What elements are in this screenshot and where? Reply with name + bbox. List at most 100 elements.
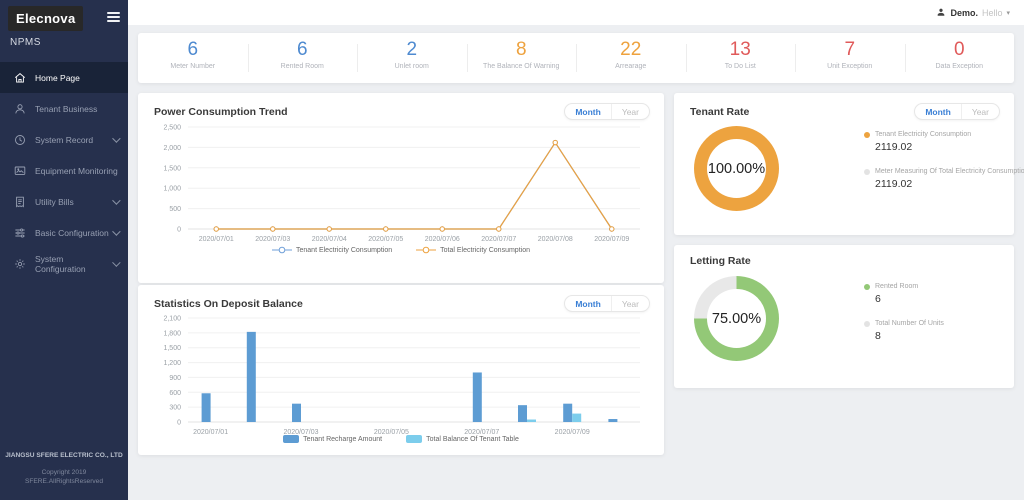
svg-text:0: 0 <box>177 227 181 234</box>
legend-entry-rented-room: Rented Room6 <box>864 283 1010 305</box>
sidebar-item-system-configuration[interactable]: System Configuration <box>0 248 128 279</box>
home-icon <box>14 72 26 84</box>
legend-value: 2119.02 <box>875 178 1010 190</box>
chevron-down-icon <box>112 227 120 235</box>
letting-rate-donut-chart: 75.00% <box>694 276 779 361</box>
svg-text:1,800: 1,800 <box>163 330 181 337</box>
stat-label: Unit Exception <box>795 63 905 70</box>
stats-summary-card: 6Meter Number6Rented Room2 Unlet room8The… <box>138 33 1014 83</box>
chevron-down-icon <box>112 258 120 266</box>
legend-item-total-electricity-consumption[interactable]: Total Electricity Consumption <box>416 246 530 254</box>
stat-value: 13 <box>686 39 796 60</box>
svg-text:2,000: 2,000 <box>163 145 181 152</box>
hamburger-menu-icon[interactable] <box>107 10 120 24</box>
sidebar-item-basic-configuration[interactable]: Basic Configuration <box>0 217 128 248</box>
sidebar-item-system-record[interactable]: System Record <box>0 124 128 155</box>
legend-item-tenant-recharge-amount[interactable]: Tenant Recharge Amount <box>283 435 382 443</box>
chevron-down-icon: ▾ <box>1006 9 1010 17</box>
svg-text:1,000: 1,000 <box>163 186 181 193</box>
svg-text:600: 600 <box>169 390 181 397</box>
deposit-balance-panel: Statistics On Deposit Balance Month Year… <box>138 285 664 455</box>
panel-title: Tenant Rate <box>690 106 749 118</box>
chevron-down-icon <box>112 196 120 204</box>
stat-arrearage[interactable]: 22Arrearage <box>576 33 686 83</box>
svg-text:2020/07/09: 2020/07/09 <box>594 236 629 243</box>
sidebar-item-label: Home Page <box>35 73 80 83</box>
company-name: JIANGSU SFERE ELECTRIC CO., LTD <box>0 452 128 459</box>
legend-label: Rented Room <box>875 283 918 290</box>
legend-dot-icon <box>864 284 870 290</box>
power-consumption-trend-panel: Power Consumption Trend Month Year 0 500 1… <box>138 93 664 283</box>
tenant-rate-panel: Tenant Rate Month Year 100.00% Tenant El… <box>674 93 1014 235</box>
bar-marker-icon <box>406 435 422 443</box>
line-marker-icon <box>272 246 292 254</box>
bill-icon <box>14 196 26 208</box>
panel-title: Statistics On Deposit Balance <box>154 298 303 310</box>
stat-label: Data Exception <box>905 63 1015 70</box>
stat-data-exception[interactable]: 0 Data Exception <box>905 33 1015 83</box>
tenant-rate-donut-chart: 100.00% <box>694 126 779 211</box>
chevron-down-icon <box>112 134 120 142</box>
legend-entry-tenant-electricity-consumption: Tenant Electricity Consumption2119.02 <box>864 131 1010 153</box>
sidebar-item-equipment-monitoring[interactable]: Equipment Monitoring <box>0 155 128 186</box>
product-name: NPMS <box>0 31 128 48</box>
sidebar-item-label: Utility Bills <box>35 197 74 207</box>
svg-text:2020/07/05: 2020/07/05 <box>368 236 403 243</box>
legend-label: Total Electricity Consumption <box>440 247 530 254</box>
legend-dot-icon <box>864 321 870 327</box>
line-marker-icon <box>416 246 436 254</box>
stat-value: 2 <box>357 39 467 60</box>
legend-label: Tenant Electricity Consumption <box>296 247 392 254</box>
legend-value: 2119.02 <box>875 141 1010 153</box>
rights-text: SFERE.AllRightsReserved <box>0 477 128 486</box>
legend-item-total-balance-of-tenant-table[interactable]: Total Balance Of Tenant Table <box>406 435 519 443</box>
user-icon <box>14 103 26 115</box>
svg-text:2020/07/08: 2020/07/08 <box>538 236 573 243</box>
year-toggle-button[interactable]: Year <box>961 104 999 119</box>
svg-text:500: 500 <box>169 206 181 213</box>
sidebar: Elecnova NPMS Home PageTenant BusinessSy… <box>0 0 128 500</box>
stat-the-balance-of-warning[interactable]: 8The Balance Of Warning <box>467 33 577 83</box>
legend-value: 8 <box>875 330 1010 342</box>
sliders-icon <box>14 227 26 239</box>
svg-text:2020/07/01: 2020/07/01 <box>199 236 234 243</box>
stat-unit-exception[interactable]: 7Unit Exception <box>795 33 905 83</box>
legend-item-tenant-electricity-consumption[interactable]: Tenant Electricity Consumption <box>272 246 392 254</box>
user-menu[interactable]: Demo. Hello ▾ <box>936 4 1010 22</box>
sidebar-item-label: Basic Configuration <box>35 228 109 238</box>
stat-meter-number[interactable]: 6Meter Number <box>138 33 248 83</box>
donut-percentage: 100.00% <box>708 161 765 177</box>
svg-text:2020/07/07: 2020/07/07 <box>481 236 516 243</box>
stat-label: The Balance Of Warning <box>467 63 577 70</box>
sidebar-item-home-page[interactable]: Home Page <box>0 62 128 93</box>
top-bar: Demo. Hello ▾ <box>128 0 1024 25</box>
stat-value: 22 <box>576 39 686 60</box>
legend-label: Total Balance Of Tenant Table <box>426 436 519 443</box>
year-toggle-button[interactable]: Year <box>611 104 649 119</box>
month-toggle-button[interactable]: Month <box>915 104 961 119</box>
month-toggle-button[interactable]: Month <box>565 296 611 311</box>
stat-label: To Do List <box>686 63 796 70</box>
svg-text:2,500: 2,500 <box>163 125 181 132</box>
greeting: Hello <box>982 8 1003 18</box>
stat-label: Rented Room <box>248 63 358 70</box>
stat-label: Unlet room <box>357 63 467 70</box>
donut-legend: Tenant Electricity Consumption2119.02Met… <box>864 131 1010 205</box>
svg-text:2020/07/06: 2020/07/06 <box>425 236 460 243</box>
clock-icon <box>14 134 26 146</box>
sidebar-item-label: Tenant Business <box>35 104 97 114</box>
month-toggle-button[interactable]: Month <box>565 104 611 119</box>
sidebar-item-tenant-business[interactable]: Tenant Business <box>0 93 128 124</box>
svg-text:1,200: 1,200 <box>163 360 181 367</box>
panel-title: Power Consumption Trend <box>154 106 288 118</box>
year-toggle-button[interactable]: Year <box>611 296 649 311</box>
stat-to-do-list[interactable]: 13 To Do List <box>686 33 796 83</box>
svg-text:2020/07/03: 2020/07/03 <box>255 236 290 243</box>
stat-value: 0 <box>905 39 1015 60</box>
period-toggle: Month Year <box>914 103 1000 120</box>
bar-marker-icon <box>283 435 299 443</box>
sidebar-item-utility-bills[interactable]: Utility Bills <box>0 186 128 217</box>
stat-unlet-room[interactable]: 2 Unlet room <box>357 33 467 83</box>
legend-label: Tenant Recharge Amount <box>303 436 382 443</box>
stat-rented-room[interactable]: 6Rented Room <box>248 33 358 83</box>
